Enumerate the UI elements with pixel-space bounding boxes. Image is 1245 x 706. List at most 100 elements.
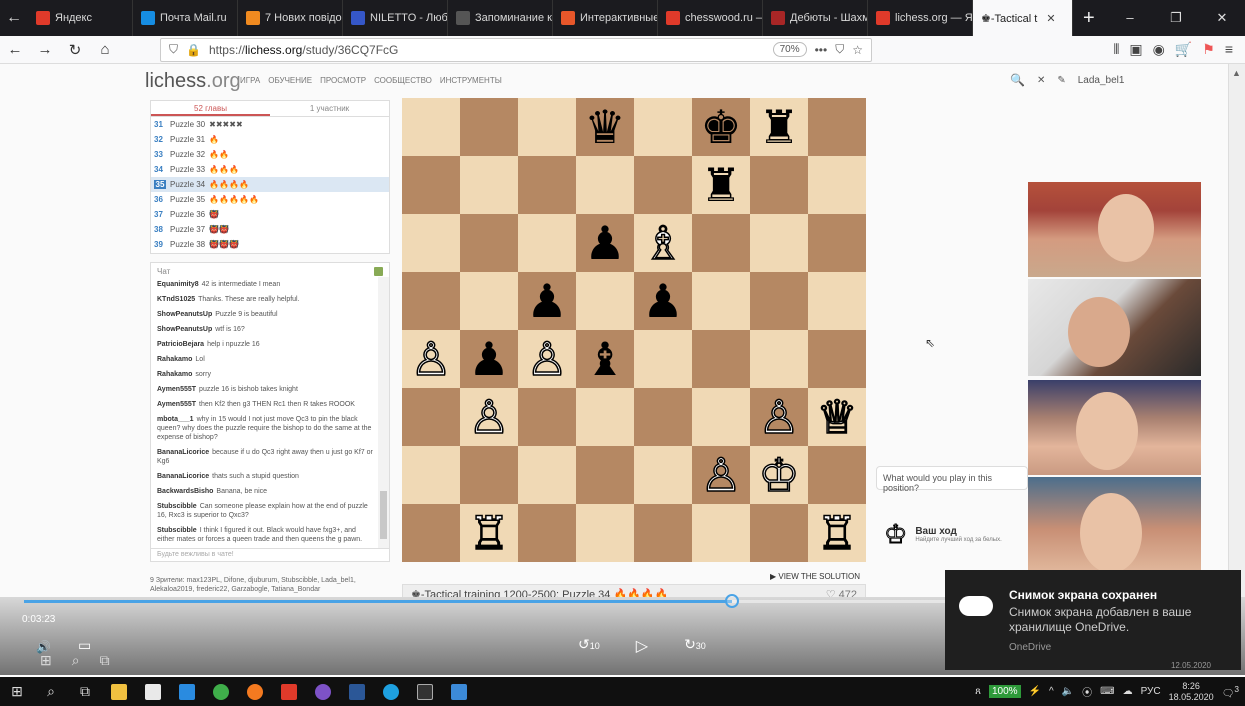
chrome-icon[interactable] <box>204 683 238 701</box>
chess-piece-e5[interactable]: ♟ <box>634 272 692 330</box>
nav-item-4[interactable]: ИНСТРУМЕНТЫ <box>440 76 502 85</box>
page-scrollbar[interactable]: ▲ <box>1228 64 1245 597</box>
board-square-f3[interactable] <box>692 388 750 446</box>
onedrive-toast[interactable]: Снимок экрана сохранен Снимок экрана доб… <box>945 570 1241 670</box>
chapter-item[interactable]: 35 Puzzle 34 🔥🔥🔥🔥 <box>151 177 389 192</box>
chess-piece-c5[interactable]: ♟ <box>518 272 576 330</box>
board-square-a3[interactable] <box>402 388 460 446</box>
username-link[interactable]: Lada_bel1 <box>1078 75 1125 86</box>
board-square-c1[interactable] <box>518 504 576 562</box>
clock[interactable]: 8:26 18.05.2020 <box>1169 681 1214 703</box>
board-square-g5[interactable] <box>750 272 808 330</box>
chat-user[interactable]: Rahakamo <box>157 371 192 378</box>
reload-button[interactable]: ↻ <box>60 41 90 59</box>
home-button[interactable]: ⌂ <box>90 41 120 58</box>
minimize-button[interactable]: – <box>1107 10 1153 26</box>
zoom-indicator[interactable]: 70% <box>772 42 807 57</box>
battery-percent[interactable]: 100% <box>988 685 1021 698</box>
board-square-a8[interactable] <box>402 98 460 156</box>
site-logo[interactable]: lichess.org <box>145 70 241 93</box>
close-icon[interactable]: ✕ <box>1037 75 1045 86</box>
chess-piece-d8[interactable]: ♛ <box>576 98 634 156</box>
board-square-h8[interactable] <box>808 98 866 156</box>
chat-scrollbar[interactable] <box>378 277 389 549</box>
url-bar[interactable]: ⛉ 🔒 https://lichess.org/study/36CQ7FcG 7… <box>160 37 872 62</box>
board-square-f6[interactable] <box>692 214 750 272</box>
menu-icon[interactable]: ≡ <box>1225 41 1233 58</box>
file-explorer-icon[interactable] <box>102 683 136 701</box>
skype-icon[interactable] <box>374 683 408 701</box>
chat-user[interactable]: mbota___1 <box>157 416 194 423</box>
board-square-c7[interactable] <box>518 156 576 214</box>
chess-piece-b1[interactable]: ♖ <box>460 504 518 562</box>
board-square-h4[interactable] <box>808 330 866 388</box>
board-square-e2[interactable] <box>634 446 692 504</box>
library-icon[interactable]: ⫴ <box>1113 41 1119 58</box>
skip-forward-button[interactable]: ↻30 <box>684 636 706 656</box>
word-icon[interactable] <box>340 683 374 701</box>
chess-piece-f7[interactable]: ♜ <box>692 156 750 214</box>
keyboard-icon[interactable]: ⌨ <box>1100 686 1114 697</box>
tab-5[interactable]: Интерактивные <box>553 0 658 36</box>
cart-icon[interactable]: 🛒 <box>1175 41 1192 58</box>
board-square-a1[interactable] <box>402 504 460 562</box>
chapter-item[interactable]: 39 Puzzle 38 👹👹👹 <box>151 237 389 252</box>
play-button[interactable]: ▷ <box>636 636 648 656</box>
maximize-button[interactable]: ❐ <box>1153 10 1199 26</box>
chess-piece-g2[interactable]: ♔ <box>750 446 808 504</box>
board-square-g7[interactable] <box>750 156 808 214</box>
chess-piece-e6[interactable]: ♗ <box>634 214 692 272</box>
chat-user[interactable]: Rahakamo <box>157 356 192 363</box>
tab-8[interactable]: lichess.org — Ян <box>868 0 973 36</box>
task-view-button[interactable]: ⧉ <box>68 683 102 700</box>
chess-piece-f8[interactable]: ♚ <box>692 98 750 156</box>
progress-knob[interactable] <box>725 594 739 608</box>
photos-icon[interactable] <box>442 683 476 701</box>
chapter-item[interactable]: 38 Puzzle 37 👹👹 <box>151 222 389 237</box>
board-square-b6[interactable] <box>460 214 518 272</box>
chapter-item[interactable]: 32 Puzzle 31 🔥 <box>151 132 389 147</box>
nav-item-3[interactable]: СООБЩЕСТВО <box>374 76 432 85</box>
chapter-item[interactable]: 33 Puzzle 32 🔥🔥 <box>151 147 389 162</box>
board-square-h7[interactable] <box>808 156 866 214</box>
board-square-a7[interactable] <box>402 156 460 214</box>
chapter-item[interactable]: 31 Puzzle 30 ✖✖✖✖✖ <box>151 117 389 132</box>
new-tab-button[interactable]: + <box>1073 7 1105 30</box>
board-square-g1[interactable] <box>750 504 808 562</box>
likes-count[interactable]: ♡ 472 <box>826 588 857 598</box>
board-square-d2[interactable] <box>576 446 634 504</box>
chess-board[interactable]: ♛ ♚ ♜ ♜ ♟ ♗ ♟ ♟ ♙ ♟ ♙ ♝ ♙ ♙ ♕ ♙ ♔ ♖ ♖ <box>402 98 866 562</box>
board-square-e1[interactable] <box>634 504 692 562</box>
board-square-d3[interactable] <box>576 388 634 446</box>
viber-icon[interactable] <box>306 683 340 701</box>
board-square-g6[interactable] <box>750 214 808 272</box>
chat-user[interactable]: ShowPeanutsUp <box>157 326 212 333</box>
board-square-c3[interactable] <box>518 388 576 446</box>
nav-item-0[interactable]: ИГРА <box>240 76 260 85</box>
tab-4[interactable]: Запоминание к <box>448 0 553 36</box>
chat-user[interactable]: BananaLicorice <box>157 473 209 480</box>
chess-piece-d4[interactable]: ♝ <box>576 330 634 388</box>
board-square-e4[interactable] <box>634 330 692 388</box>
onedrive-tray-icon[interactable]: ☁ <box>1123 686 1133 697</box>
media-player-icon[interactable] <box>408 683 442 701</box>
chapter-item[interactable]: 34 Puzzle 33 🔥🔥🔥 <box>151 162 389 177</box>
board-square-g4[interactable] <box>750 330 808 388</box>
search-icon[interactable]: 🔍 <box>1010 73 1025 87</box>
wifi-icon[interactable]: ⦿ <box>1082 684 1092 699</box>
board-square-e7[interactable] <box>634 156 692 214</box>
back-button[interactable]: ← <box>0 41 30 58</box>
chat-user[interactable]: PatricioBejara <box>157 341 204 348</box>
chess-piece-g8[interactable]: ♜ <box>750 98 808 156</box>
mail-icon[interactable] <box>170 683 204 701</box>
notifications-icon[interactable]: 🗨3 <box>1222 684 1239 699</box>
forward-button[interactable]: → <box>30 41 60 58</box>
board-square-b7[interactable] <box>460 156 518 214</box>
search-button[interactable]: ⌕ <box>34 683 68 700</box>
board-square-d7[interactable] <box>576 156 634 214</box>
board-square-c6[interactable] <box>518 214 576 272</box>
people-icon[interactable]: ጸ <box>975 686 981 697</box>
board-square-b2[interactable] <box>460 446 518 504</box>
tab-close-icon[interactable]: ✕ <box>1046 12 1055 25</box>
chat-user[interactable]: Equanimity8 <box>157 281 199 288</box>
